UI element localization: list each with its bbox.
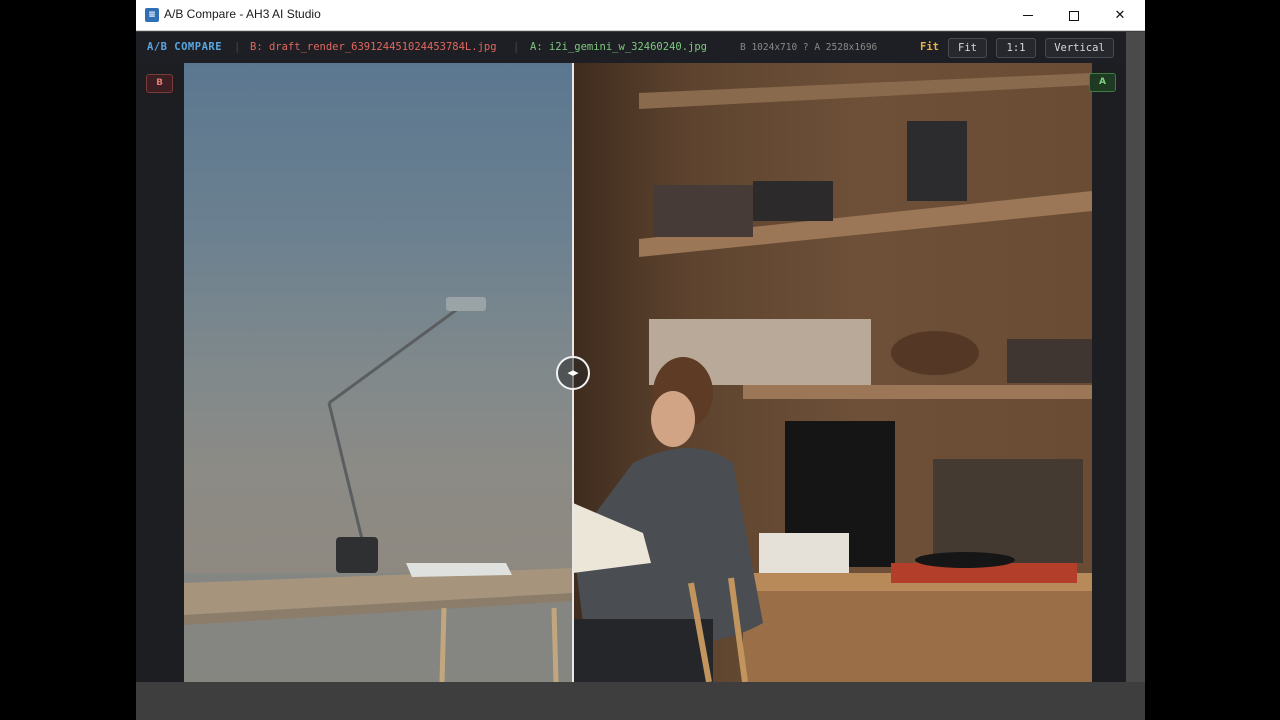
window-title: A/B Compare - AH3 AI Studio [164,7,321,21]
image-a-cabinet [743,591,1092,682]
close-button[interactable]: ✕ [1097,0,1143,31]
image-a-scene [573,73,1092,682]
toolbar-separator: | [513,41,520,53]
vertical-scrollbar[interactable] [1126,32,1145,682]
image-a-shelf-top [639,73,1092,109]
image-dimensions: B 1024x710 ? A 2528x1696 [740,42,878,53]
image-b-paper [406,563,512,577]
image-a-books [907,121,967,201]
maximize-button[interactable] [1051,0,1097,31]
image-b-scene [184,297,573,682]
image-frame [184,63,1092,682]
bottom-panel [136,682,1145,720]
compare-toolbar: A/B COMPARE | B: draft_render_6391244510… [136,32,1126,63]
compare-title: A/B COMPARE [147,41,223,53]
fit-button[interactable]: Fit [948,38,987,58]
image-a-shelf-lower [743,385,1092,399]
image-b-chair-leg [439,607,447,682]
image-a-books [653,185,753,237]
image-b-lamp-head [446,297,486,311]
image-a-books [753,181,833,221]
image-a-view [573,63,1092,682]
image-a-badge: A [1089,73,1116,92]
zoom-mode-indicator: Fit [920,41,939,53]
split-handle-icon[interactable]: ◂▸ [556,356,590,390]
image-b-chair-leg [551,607,559,682]
toolbar-separator: | [234,41,241,53]
image-b-badge: B [146,74,173,93]
image-a-person-legs [573,619,713,682]
image-a-magazines [1007,339,1092,383]
minimize-icon [1023,15,1033,16]
title-bar[interactable]: ≡ A/B Compare - AH3 AI Studio ✕ [136,0,1145,31]
compare-viewport[interactable]: B A ◂▸ [136,63,1126,682]
image-a-filename: A: i2i_gemini_w_32460240.jpg [530,41,708,53]
image-b-view [184,63,573,682]
image-b-filename: B: draft_render_639124451024453784L.jpg [250,41,497,53]
app-window: ≡ A/B Compare - AH3 AI Studio ✕ A/B COMP… [136,0,1145,720]
image-a-record [915,552,1015,568]
image-b-lamp-arm [328,306,460,405]
maximize-icon [1069,10,1079,21]
image-a-bowl [891,331,979,375]
image-a-person-face [651,391,695,447]
app-logo-icon: ≡ [145,8,159,22]
close-icon: ✕ [1114,8,1126,23]
image-b-lamp-base [336,537,378,573]
actual-size-button[interactable]: 1:1 [996,38,1036,58]
image-a-rolled-papers [759,533,849,573]
minimize-button[interactable] [1005,0,1051,31]
image-a-turntable-lid [933,459,1083,563]
orientation-button[interactable]: Vertical [1045,38,1114,58]
